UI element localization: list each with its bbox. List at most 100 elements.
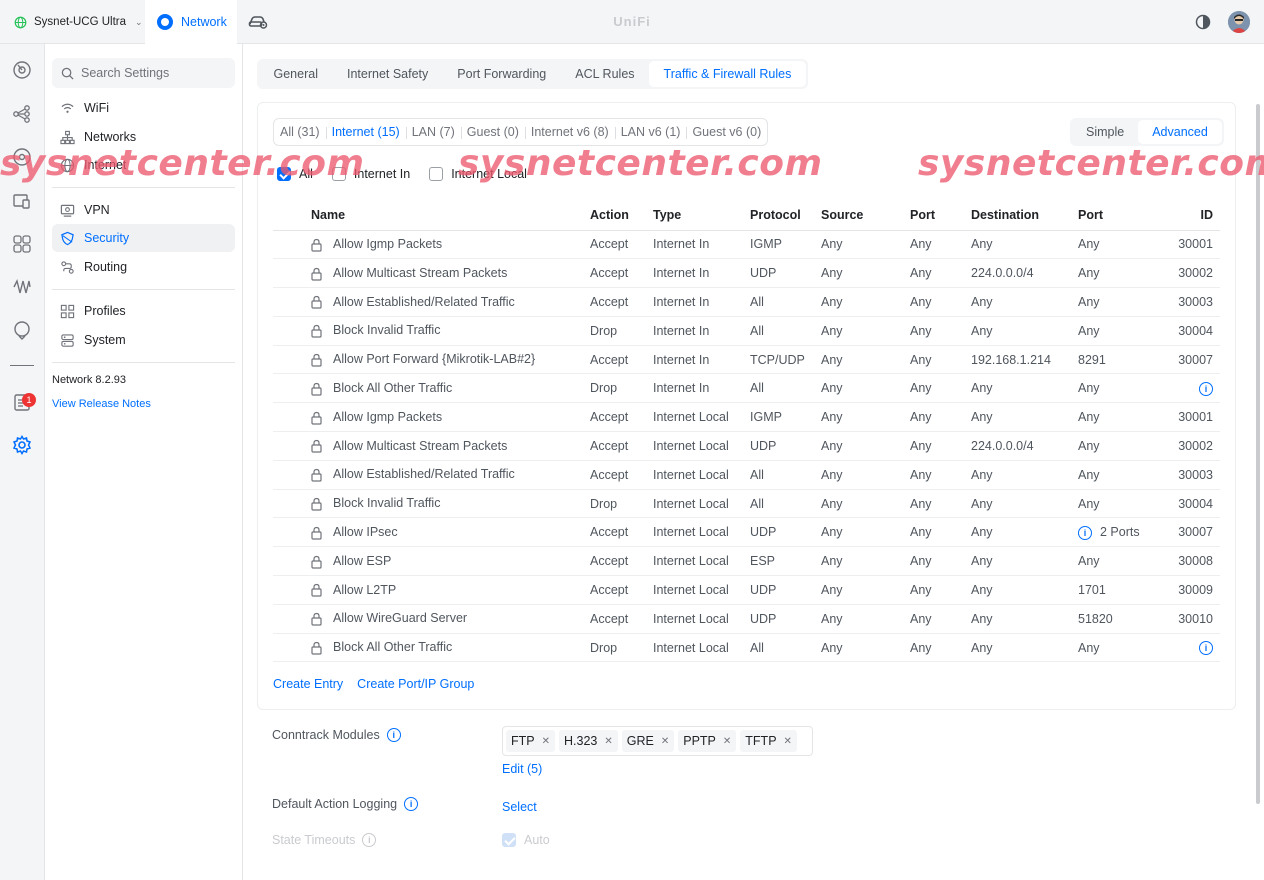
filter-lan-v6[interactable]: LAN v6 (1) (614, 125, 687, 139)
rule-dst_port-cell: i 2 Ports (1078, 517, 1150, 548)
unifi-logo: UniFi (613, 14, 651, 29)
logging-select[interactable]: Select (502, 800, 537, 814)
table-row[interactable]: Block All Other Traffic Drop Internet Loca… (273, 633, 1220, 663)
sidebar-item-networks[interactable]: Networks (52, 123, 235, 151)
rule-id-cell: i (1150, 373, 1220, 404)
radio-icon[interactable] (12, 320, 32, 340)
lock-icon (311, 411, 322, 425)
column-header-id[interactable]: ID (1150, 200, 1220, 231)
insights-icon[interactable] (12, 277, 32, 297)
filter-guest[interactable]: Guest (0) (460, 125, 525, 139)
table-row[interactable]: Allow Multicast Stream Packets Accept Inte… (273, 258, 1220, 289)
rule-id-cell: 30010 (1150, 604, 1220, 634)
info-icon[interactable]: i (1078, 525, 1092, 540)
create-entry-link[interactable]: Create Entry (273, 677, 343, 691)
tab-internet-safety[interactable]: Internet Safety (332, 61, 442, 87)
tab-traffic-firewall-rules[interactable]: Traffic & Firewall Rules (649, 61, 806, 87)
edit-modules-link[interactable]: Edit (5) (502, 762, 542, 776)
checkbox-box[interactable] (429, 167, 444, 181)
rule-type-cell: Internet In (653, 258, 750, 289)
search-input[interactable]: Search Settings (52, 58, 235, 88)
rule-protocol-cell: UDP (750, 517, 821, 548)
mode-advanced[interactable]: Advanced (1138, 120, 1222, 144)
release-notes-link[interactable]: View Release Notes (52, 398, 151, 410)
tab-port-forwarding[interactable]: Port Forwarding (443, 61, 561, 87)
column-header-name[interactable]: Name (273, 200, 590, 231)
filter-lan[interactable]: LAN (7) (405, 125, 461, 139)
checkbox-internet-in[interactable]: Internet In (331, 167, 410, 181)
theme-toggle-icon[interactable] (1195, 14, 1211, 30)
rule-id: 30008 (1178, 554, 1213, 569)
table-row[interactable]: Block Invalid Traffic Drop Internet Local A… (273, 489, 1220, 519)
info-icon[interactable]: i (404, 797, 419, 811)
table-row[interactable]: Allow L2TP Accept Internet Local UDP Any Any A… (273, 575, 1220, 605)
table-row[interactable]: Allow Port Forward {Mikrotik-LAB#2} Accep… (273, 345, 1220, 375)
module-chip-label: PPTP (683, 734, 716, 748)
checkbox-box[interactable] (331, 167, 346, 181)
table-row[interactable]: Allow Multicast Stream Packets Accept Inte… (273, 431, 1220, 461)
remove-chip-icon[interactable]: ✕ (784, 736, 792, 747)
ports-icon[interactable] (12, 234, 32, 254)
filter-guest-v6[interactable]: Guest v6 (0) (686, 125, 767, 139)
tab-acl-rules[interactable]: ACL Rules (561, 61, 649, 87)
table-row[interactable]: Allow Established/Related Traffic Accept I… (273, 460, 1220, 490)
conntrack-modules-field[interactable]: FTP ✕ H.323 ✕ GRE ✕ PPTP ✕ TFTP ✕ (502, 726, 813, 756)
table-row[interactable]: Allow Established/Related Traffic Accept I… (273, 287, 1220, 317)
rule-source-cell: Any (821, 258, 910, 289)
profiles-icon (60, 304, 75, 318)
column-header-source[interactable]: Source (821, 200, 910, 231)
table-row[interactable]: Allow WireGuard Server Accept Internet Loc… (273, 604, 1220, 634)
rule-source: Any (821, 467, 843, 482)
remove-chip-icon[interactable]: ✕ (723, 736, 731, 747)
tab-general[interactable]: General (259, 61, 332, 87)
column-header-destination[interactable]: Destination (971, 200, 1078, 231)
remove-chip-icon[interactable]: ✕ (604, 736, 612, 747)
remove-chip-icon[interactable]: ✕ (542, 736, 550, 747)
page-scrollbar[interactable] (1256, 104, 1260, 804)
vpn-icon (60, 204, 75, 217)
sidebar-item-vpn[interactable]: VPN (52, 196, 235, 224)
sidebar-item-wifi[interactable]: WiFi (52, 94, 235, 122)
checkbox-box[interactable] (277, 167, 291, 181)
module-chip-label: TFTP (745, 734, 777, 748)
checkbox-all[interactable]: All (277, 167, 313, 181)
table-row[interactable]: Allow ESP Accept Internet Local ESP Any Any An… (273, 546, 1220, 577)
info-icon[interactable]: i (1199, 640, 1213, 655)
create-port-ip-group-link[interactable]: Create Port/IP Group (357, 677, 474, 691)
client-devices-icon[interactable] (12, 191, 32, 211)
remove-chip-icon[interactable]: ✕ (661, 736, 669, 747)
rule-protocol-cell: UDP (750, 258, 821, 289)
info-icon[interactable]: i (386, 728, 401, 742)
table-row[interactable]: Allow Igmp Packets Accept Internet Local IG… (273, 402, 1220, 433)
sidebar-item-internet[interactable]: Internet (52, 151, 235, 179)
sidebar-item-system[interactable]: System (52, 326, 235, 354)
filter-internet-v6[interactable]: Internet v6 (8) (524, 125, 615, 139)
rule-src_port: Any (910, 410, 932, 425)
filter-all[interactable]: All (31) (274, 125, 326, 139)
dashboard-icon[interactable] (12, 60, 32, 80)
sidebar-item-routing[interactable]: Routing (52, 253, 235, 281)
info-icon[interactable]: i (1199, 381, 1213, 396)
wifi-icon (61, 103, 74, 113)
table-row[interactable]: Block All Other Traffic Drop Internet In Al… (273, 373, 1220, 404)
mode-simple[interactable]: Simple (1072, 120, 1138, 144)
topology-icon[interactable] (12, 104, 32, 124)
rule-action-cell: Accept (590, 460, 653, 490)
checkbox-internet-local[interactable]: Internet Local (429, 167, 527, 181)
avatar[interactable] (1228, 11, 1250, 33)
settings-icon[interactable] (12, 435, 32, 455)
column-header-destination-port[interactable]: Port (1078, 200, 1150, 231)
column-header-action[interactable]: Action (590, 200, 653, 231)
table-row[interactable]: Block Invalid Traffic Drop Internet In All A… (273, 316, 1220, 346)
column-header-type[interactable]: Type (653, 200, 750, 231)
column-header-protocol[interactable]: Protocol (750, 200, 821, 231)
devices-icon[interactable] (12, 147, 32, 167)
sidebar-item-security[interactable]: Security (52, 224, 235, 252)
module-chip: H.323 ✕ (559, 730, 618, 752)
sidebar-item-profiles[interactable]: Profiles (52, 297, 235, 325)
table-row[interactable]: Allow IPsec Accept Internet Local UDP Any Any… (273, 517, 1220, 548)
rule-dst_port: 8291 (1078, 352, 1106, 367)
table-row[interactable]: Allow Igmp Packets Accept Internet In IGMP A… (273, 230, 1220, 260)
filter-internet[interactable]: Internet (15) (325, 125, 406, 139)
column-header-source-port[interactable]: Port (910, 200, 971, 231)
